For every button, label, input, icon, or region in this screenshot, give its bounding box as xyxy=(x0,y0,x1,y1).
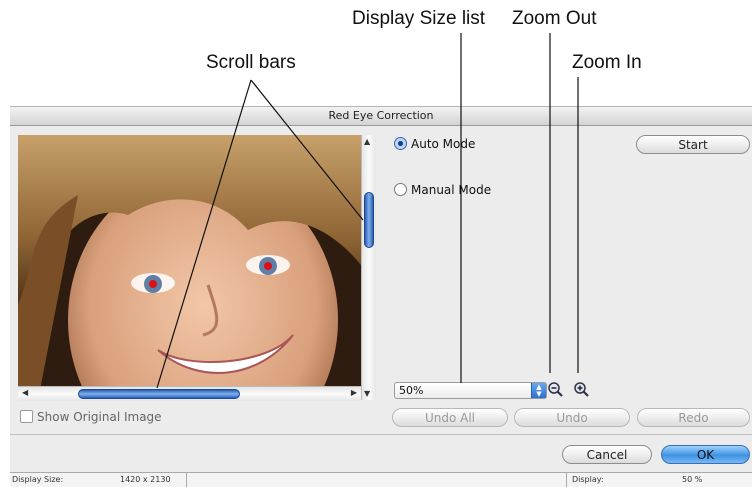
display-status-value: 50 % xyxy=(682,475,703,484)
display-size-value: 50% xyxy=(399,384,424,397)
auto-mode-label: Auto Mode xyxy=(411,137,476,151)
show-original-checkbox-row[interactable]: Show Original Image xyxy=(20,410,162,424)
callout-zoom-out: Zoom Out xyxy=(512,8,597,29)
window-title: Red Eye Correction xyxy=(328,109,434,122)
scroll-down-arrow-icon[interactable]: ▼ xyxy=(364,389,370,398)
title-bar: Red Eye Correction xyxy=(10,107,752,126)
redo-button[interactable]: Redo xyxy=(637,408,750,427)
manual-mode-radio[interactable] xyxy=(394,183,407,196)
scroll-right-arrow-icon[interactable]: ▶ xyxy=(351,388,357,397)
auto-mode-radio[interactable] xyxy=(394,137,407,150)
vertical-scrollbar[interactable]: ▲ ▼ xyxy=(361,135,376,400)
undo-button[interactable]: Undo xyxy=(514,408,630,427)
zoom-out-icon[interactable] xyxy=(547,381,565,399)
show-original-label: Show Original Image xyxy=(37,410,162,424)
divider xyxy=(10,434,752,435)
start-button[interactable]: Start xyxy=(636,135,750,154)
manual-mode-label: Manual Mode xyxy=(411,183,492,197)
auto-mode-option[interactable]: Auto Mode xyxy=(394,137,475,151)
display-size-select[interactable]: 50% ▲ ▼ xyxy=(394,382,547,399)
callout-scroll-bars: Scroll bars xyxy=(206,52,296,73)
ok-button[interactable]: OK xyxy=(661,445,750,464)
show-original-checkbox[interactable] xyxy=(20,410,33,423)
undo-all-button[interactable]: Undo All xyxy=(392,408,508,427)
manual-mode-option[interactable]: Manual Mode xyxy=(394,183,491,197)
callout-zoom-in: Zoom In xyxy=(572,52,642,73)
vertical-scroll-thumb[interactable] xyxy=(364,192,374,248)
select-stepper-icon[interactable]: ▲ ▼ xyxy=(531,383,546,398)
horizontal-scrollbar[interactable]: ◀ ▶ xyxy=(18,386,361,401)
scroll-left-arrow-icon[interactable]: ◀ xyxy=(22,388,28,397)
photo-preview[interactable] xyxy=(18,135,361,400)
red-eye-dialog: Red Eye Correction ▲ ▼ ◀ ▶ Show Original… xyxy=(10,106,752,487)
cancel-button[interactable]: Cancel xyxy=(562,445,652,464)
display-status-label: Display: xyxy=(572,475,604,484)
horizontal-scroll-thumb[interactable] xyxy=(78,389,240,399)
scroll-up-arrow-icon[interactable]: ▲ xyxy=(364,137,370,146)
display-size-status-label: Display Size: xyxy=(12,475,64,484)
display-size-status-value: 1420 x 2130 xyxy=(120,475,171,484)
callout-display-size-list: Display Size list xyxy=(352,8,486,29)
zoom-in-icon[interactable] xyxy=(573,381,591,399)
child-face-image xyxy=(18,135,361,400)
